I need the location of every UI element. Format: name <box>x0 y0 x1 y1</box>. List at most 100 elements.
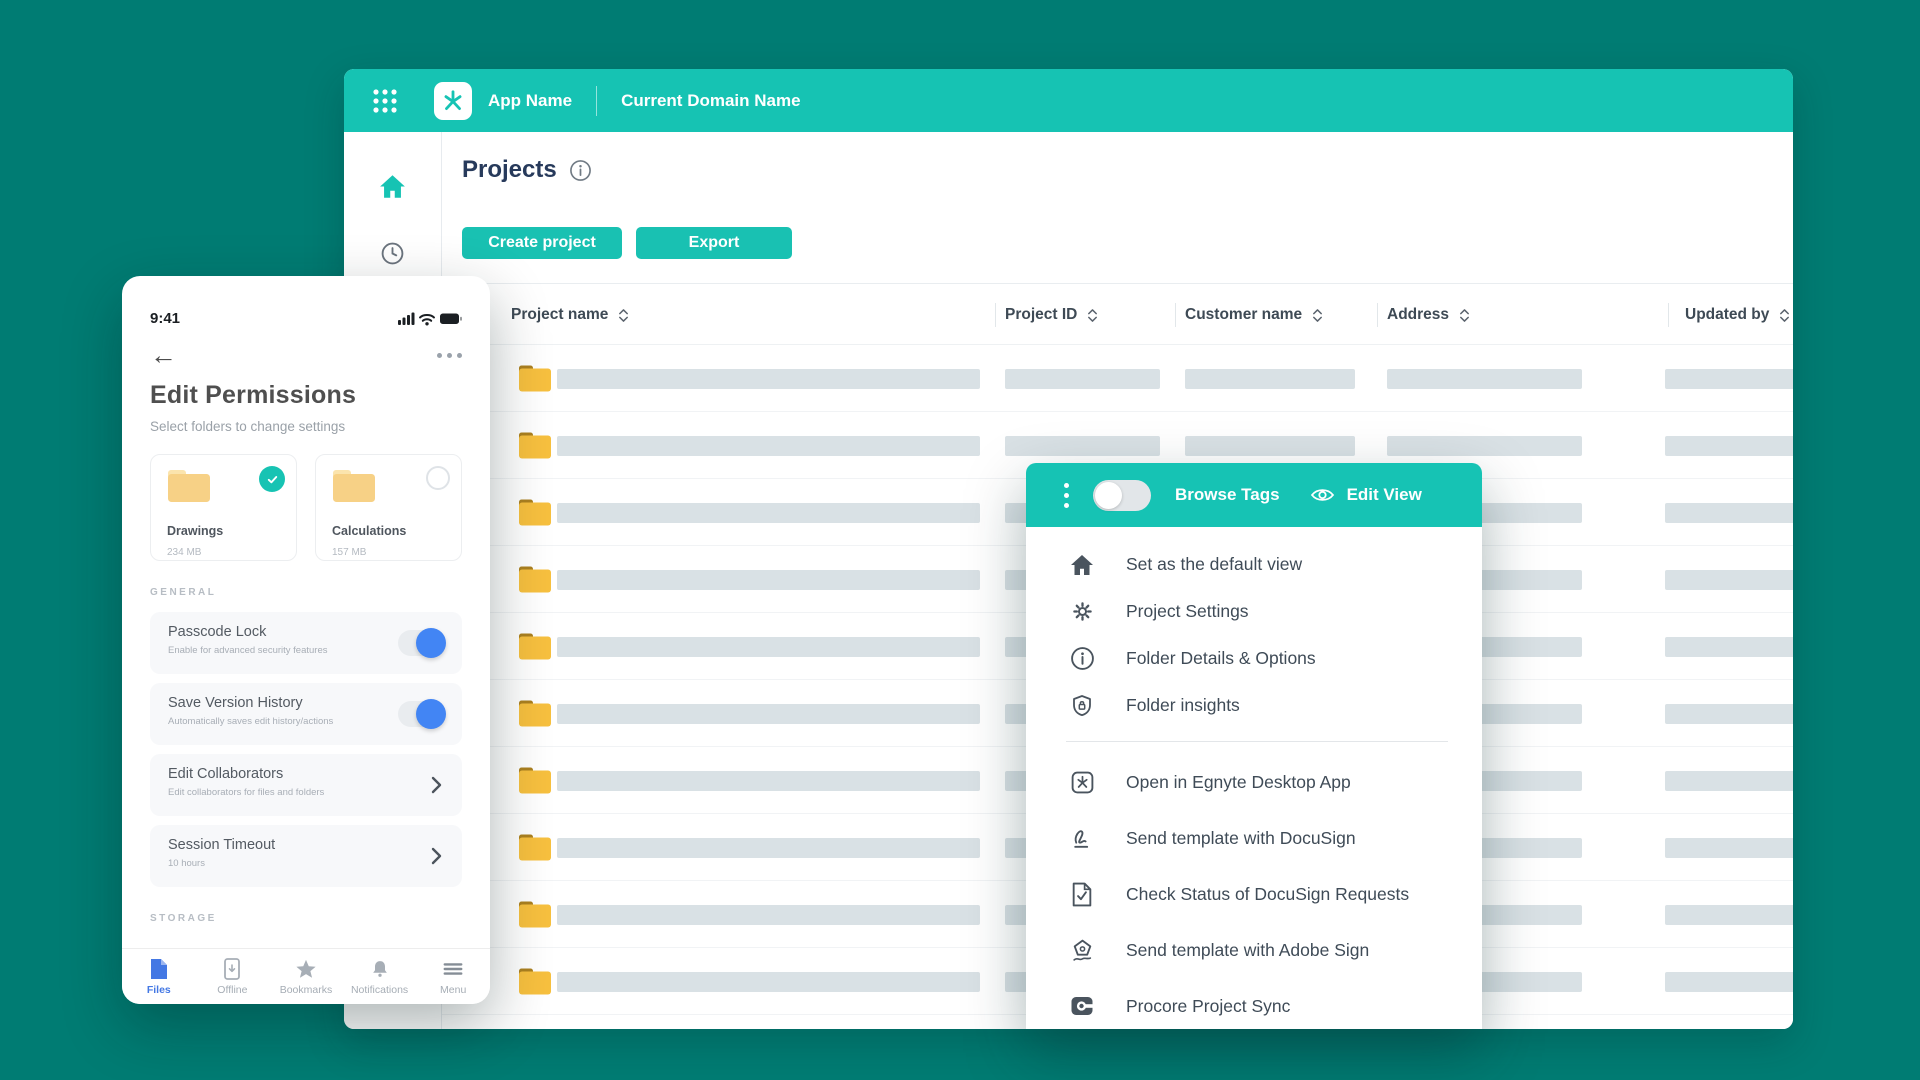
eye-icon <box>1310 486 1335 504</box>
folder-icon <box>518 632 552 660</box>
tab-menu[interactable]: Menu <box>416 949 490 1004</box>
edit-view-label: Edit View <box>1347 485 1422 505</box>
browse-tags-label[interactable]: Browse Tags <box>1175 485 1280 505</box>
placeholder-bar <box>1665 704 1793 724</box>
folder-icon <box>518 967 552 995</box>
sort-icon[interactable] <box>617 306 630 325</box>
folder-name: Drawings <box>167 524 280 538</box>
column-header-updated-by[interactable]: Updated by <box>1685 284 1791 346</box>
app-name: App Name <box>488 91 572 111</box>
placeholder-bar <box>557 637 980 657</box>
table-row[interactable] <box>442 345 1793 412</box>
export-button[interactable]: Export <box>636 227 792 259</box>
selected-check-icon[interactable] <box>259 466 285 492</box>
placeholder-bar <box>557 838 980 858</box>
setting-session-timeout[interactable]: Session Timeout 10 hours <box>150 825 462 887</box>
phone-status-bar: 9:41 <box>150 310 462 327</box>
files-icon <box>150 958 168 980</box>
sort-icon[interactable] <box>1458 306 1471 325</box>
menu-item-docusign-status[interactable]: Check Status of DocuSign Requests <box>1026 866 1482 922</box>
folder-size: 234 MB <box>167 547 280 558</box>
phone-nav-row: ← <box>150 341 462 369</box>
kebab-menu-icon[interactable] <box>1064 483 1069 508</box>
column-header-customer-name[interactable]: Customer name <box>1185 284 1324 346</box>
folder-icon <box>332 469 376 503</box>
tab-files[interactable]: Files <box>122 949 196 1004</box>
table-header: Project name Project ID Customer name Ad… <box>442 283 1793 345</box>
edit-view-button[interactable]: Edit View <box>1310 485 1422 505</box>
menu-item-set-default-view[interactable]: Set as the default view <box>1026 541 1482 588</box>
placeholder-bar <box>1665 570 1793 590</box>
menu-item-folder-insights[interactable]: Folder insights <box>1026 682 1482 729</box>
setting-edit-collaborators[interactable]: Edit Collaborators Edit collaborators fo… <box>150 754 462 816</box>
folder-icon <box>518 900 552 928</box>
status-icons <box>398 311 462 326</box>
more-options-icon[interactable] <box>437 353 462 358</box>
status-time: 9:41 <box>150 310 180 327</box>
column-divider <box>1377 303 1378 327</box>
tab-notifications[interactable]: Notifications <box>343 949 417 1004</box>
topbar-divider <box>596 86 597 116</box>
placeholder-bar <box>557 905 980 925</box>
home-icon[interactable] <box>379 174 406 199</box>
mobile-screen: 9:41 ← Edit Permissions Select folders t… <box>122 276 490 1004</box>
placeholder-bar <box>1665 972 1793 992</box>
chevron-right-icon <box>431 847 442 865</box>
create-project-button[interactable]: Create project <box>462 227 622 259</box>
folder-card-calculations[interactable]: Calculations 157 MB <box>315 454 462 561</box>
signature-icon <box>1068 826 1096 851</box>
sort-icon[interactable] <box>1086 306 1099 325</box>
menu-item-procore-sync[interactable]: Procore Project Sync <box>1026 978 1482 1029</box>
tab-offline[interactable]: Offline <box>196 949 270 1004</box>
sort-icon[interactable] <box>1311 306 1324 325</box>
column-header-address[interactable]: Address <box>1387 284 1471 346</box>
setting-passcode-lock[interactable]: Passcode Lock Enable for advanced securi… <box>150 612 462 674</box>
page-title: Projects <box>462 156 557 184</box>
clock-icon[interactable] <box>380 241 405 266</box>
adobe-sign-icon <box>1068 938 1096 963</box>
passcode-lock-toggle[interactable] <box>398 630 444 656</box>
placeholder-bar <box>557 972 980 992</box>
unselected-radio-circle[interactable] <box>426 466 450 490</box>
menu-item-adobe-sign-template[interactable]: Send template with Adobe Sign <box>1026 922 1482 978</box>
column-header-project-name[interactable]: Project name <box>511 284 630 346</box>
menu-item-docusign-template[interactable]: Send template with DocuSign <box>1026 810 1482 866</box>
phone-tab-bar: Files Offline Bookmarks N <box>122 948 490 1004</box>
shield-lock-icon <box>1068 693 1096 718</box>
folder-icon <box>518 766 552 794</box>
tab-bookmarks[interactable]: Bookmarks <box>269 949 343 1004</box>
folder-icon <box>167 469 211 503</box>
column-divider <box>1668 303 1669 327</box>
stage: App Name Current Domain Name Projects <box>0 0 1920 1080</box>
placeholder-bar <box>1005 369 1160 389</box>
placeholder-bar <box>557 771 980 791</box>
save-version-history-toggle[interactable] <box>398 701 444 727</box>
placeholder-bar <box>557 570 980 590</box>
folder-size: 157 MB <box>332 547 445 558</box>
folder-context-menu: Browse Tags Edit View Set as the default… <box>1026 463 1482 1029</box>
menu-item-open-desktop-app[interactable]: Open in Egnyte Desktop App <box>1026 754 1482 810</box>
menu-item-folder-details[interactable]: Folder Details & Options <box>1026 635 1482 682</box>
column-header-project-id[interactable]: Project ID <box>1005 284 1099 346</box>
section-label-general: GENERAL <box>150 587 462 598</box>
info-icon[interactable] <box>569 159 592 182</box>
bookmarks-star-icon <box>295 958 317 980</box>
procore-icon <box>1068 995 1096 1017</box>
placeholder-bar <box>557 369 980 389</box>
apps-grid-icon[interactable] <box>372 88 398 114</box>
menu-hamburger-icon <box>442 958 464 980</box>
folder-card-drawings[interactable]: Drawings 234 MB <box>150 454 297 561</box>
placeholder-bar <box>1387 369 1582 389</box>
context-menu-body: Set as the default view Project Settings <box>1026 527 1482 1029</box>
menu-divider <box>1066 741 1448 742</box>
placeholder-bar <box>1665 436 1793 456</box>
placeholder-bar <box>1185 436 1355 456</box>
browse-tags-toggle[interactable] <box>1093 480 1151 511</box>
placeholder-bar <box>1665 905 1793 925</box>
column-divider <box>1175 303 1176 327</box>
back-arrow-icon[interactable]: ← <box>150 342 177 368</box>
setting-save-version-history[interactable]: Save Version History Automatically saves… <box>150 683 462 745</box>
sort-icon[interactable] <box>1778 306 1791 325</box>
menu-item-project-settings[interactable]: Project Settings <box>1026 588 1482 635</box>
phone-page-subtitle: Select folders to change settings <box>150 419 462 434</box>
